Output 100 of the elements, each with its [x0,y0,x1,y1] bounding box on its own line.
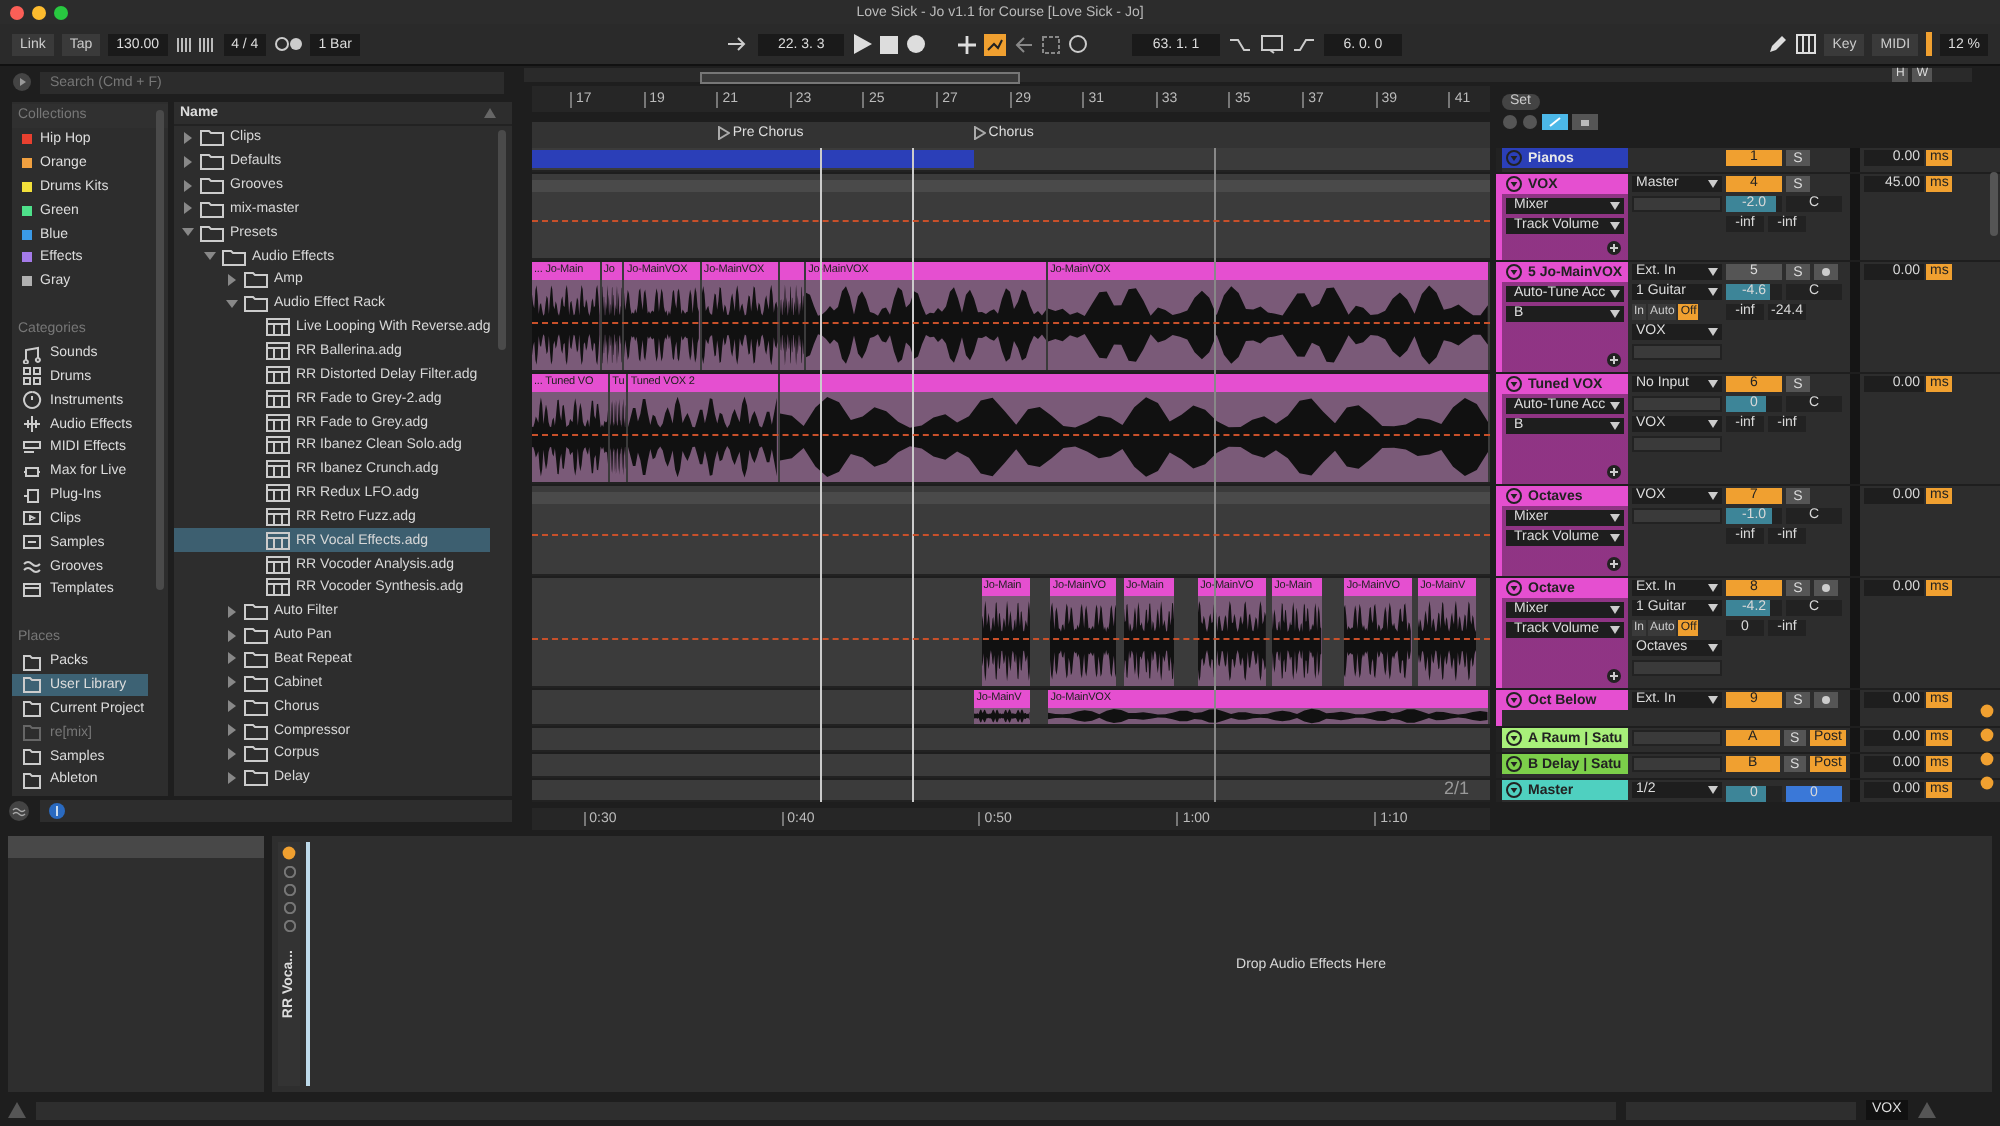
dropdown-arrow-icon [1708,180,1718,188]
scrollbar[interactable] [1990,172,1998,236]
category-icon [22,437,42,458]
dropdown-arrow-icon [1708,328,1718,336]
stop-icon[interactable] [880,35,899,53]
automation-line[interactable] [532,321,1490,324]
disclosure-triangle-icon[interactable] [226,273,238,286]
add-icon[interactable] [1606,464,1622,480]
disclosure-triangle-icon[interactable] [182,226,194,239]
empty-field[interactable] [1632,396,1722,412]
disclosure-triangle-icon[interactable] [226,747,238,760]
disclosure-triangle-icon[interactable] [182,202,194,215]
track-lane[interactable] [532,728,1490,752]
empty-field[interactable] [1632,436,1722,452]
next-locator-icon[interactable] [1522,114,1538,130]
pencil-icon[interactable] [1768,34,1789,54]
empty-field[interactable] [1632,730,1722,746]
track-lane[interactable] [532,174,1490,260]
metronome-icon[interactable] [274,36,303,52]
overview-selection[interactable] [700,72,1020,84]
disclosure-triangle-icon[interactable] [226,605,238,618]
minimize-button[interactable] [32,5,46,19]
draw-mode-icon[interactable] [1542,114,1568,130]
fold-icon[interactable] [1506,176,1522,192]
power-icon[interactable] [282,846,296,860]
add-icon[interactable] [1606,240,1622,256]
preview-icon[interactable] [48,801,66,819]
disclosure-triangle-icon[interactable] [182,131,194,144]
session-record-icon[interactable] [1068,34,1089,54]
empty-field[interactable] [1632,196,1722,212]
back-icon[interactable] [12,72,32,92]
empty-field[interactable] [1632,344,1722,360]
track-lane[interactable] [532,486,1490,576]
arm-button[interactable] [1814,692,1838,708]
dropdown-arrow-icon [1708,268,1718,276]
add-icon[interactable] [1606,352,1622,368]
automation-arm-icon[interactable] [984,33,1007,55]
audio-clip[interactable] [779,262,807,370]
folder-icon [244,744,268,763]
add-icon[interactable] [1606,668,1622,684]
dropdown-arrow-icon [1610,606,1620,614]
fold-icon[interactable] [1506,488,1522,504]
maximize-button[interactable] [54,5,68,19]
disclosure-triangle-icon[interactable] [226,297,238,310]
add-icon[interactable] [1606,556,1622,572]
disclosure-triangle-icon[interactable] [226,700,238,713]
track-lane[interactable] [532,148,1490,172]
disclosure-triangle-icon[interactable] [226,629,238,642]
fold-icon[interactable] [1506,580,1522,596]
disclosure-triangle-icon[interactable] [182,155,194,168]
add-locator-icon[interactable] [1502,114,1518,130]
sort-arrow-icon[interactable] [484,108,496,118]
empty-field[interactable] [1632,508,1722,524]
automation-line[interactable] [532,637,1490,640]
dropdown-arrow-icon [1610,514,1620,522]
punch-out-icon[interactable] [1291,35,1316,53]
track-lane[interactable] [532,780,1490,802]
close-button[interactable] [10,5,24,19]
disclosure-triangle-icon[interactable] [204,250,216,263]
rack-preset-icon [266,555,290,574]
follow-icon[interactable] [725,36,750,52]
dropdown-arrow-icon [1708,644,1718,652]
disclosure-triangle-icon[interactable] [226,724,238,737]
punch-in-icon[interactable] [1227,35,1252,53]
groove-pool-icon[interactable] [8,799,30,821]
arm-button[interactable] [1814,264,1838,280]
fold-icon[interactable] [1506,782,1522,798]
play-icon[interactable] [852,34,873,54]
automation-line[interactable] [532,433,1490,436]
disclosure-triangle-icon[interactable] [226,771,238,784]
empty-field[interactable] [1632,756,1722,772]
audio-clip[interactable] [779,374,1490,482]
record-icon[interactable] [906,34,927,54]
keyboard-icon[interactable] [1796,34,1817,54]
triangle-icon[interactable] [1917,1102,1936,1118]
loop-icon[interactable] [1259,34,1284,54]
disclosure-triangle-icon[interactable] [226,652,238,665]
fold-icon[interactable] [1506,264,1522,280]
fold-icon[interactable] [1506,692,1522,708]
fold-icon[interactable] [1506,730,1522,746]
capture-icon[interactable] [1042,35,1061,53]
rack-preset-icon [266,413,290,432]
arm-button[interactable] [1814,580,1838,596]
back-arrow-icon[interactable] [1014,35,1035,53]
disclosure-triangle-icon[interactable] [226,676,238,689]
plus-icon[interactable] [958,35,977,53]
lock-icon[interactable] [1572,114,1598,130]
automation-line[interactable] [532,534,1490,537]
dropdown-arrow-icon [1610,310,1620,318]
automation-line[interactable] [532,220,1490,223]
triangle-icon[interactable] [8,1102,26,1118]
nudge-icon[interactable] [175,35,216,53]
disclosure-triangle-icon[interactable] [182,179,194,192]
empty-field[interactable] [1632,660,1722,676]
fold-icon[interactable] [1506,756,1522,772]
track-lane[interactable] [532,754,1490,778]
folder-icon [22,746,42,767]
midi-clip[interactable] [532,150,974,168]
folder-icon [244,294,268,313]
fold-icon[interactable] [1506,376,1522,392]
